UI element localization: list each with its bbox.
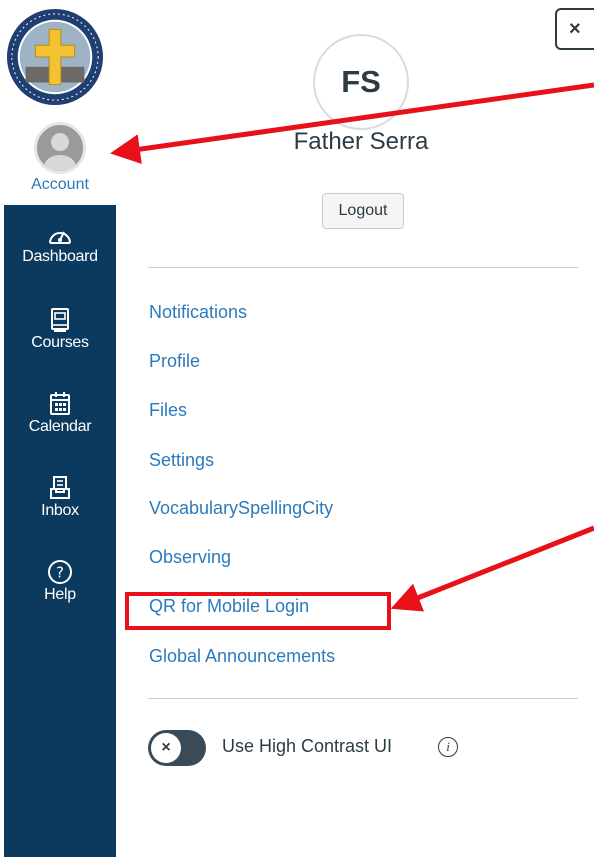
link-notifications[interactable]: Notifications [149,302,247,323]
help-icon: ? [48,560,72,584]
nav-item-label: Calendar [28,418,92,435]
divider [148,698,578,699]
account-label: Account [31,176,89,193]
link-observing[interactable]: Observing [149,547,231,568]
inbox-icon [50,476,70,499]
nav-item-inbox[interactable]: Inbox [4,475,116,520]
link-settings[interactable]: Settings [149,450,214,471]
courses-icon [51,308,69,332]
account-avatar-icon [34,122,86,174]
link-vocabularyspellingcity[interactable]: VocabularySpellingCity [149,498,333,519]
divider [148,267,578,268]
link-global-announcements[interactable]: Global Announcements [149,646,335,667]
nav-item-help[interactable]: ? Help [4,559,116,604]
link-files[interactable]: Files [149,400,187,421]
high-contrast-label: Use High Contrast UI [222,736,393,756]
nav-item-dashboard[interactable]: Dashboard [4,223,116,266]
user-name: Father Serra [293,128,429,155]
link-profile[interactable]: Profile [149,351,200,372]
high-contrast-toggle[interactable]: × [148,730,206,766]
nav-item-label: Dashboard [22,248,98,265]
user-avatar: FS [313,34,409,130]
nav-item-label: Inbox [41,502,79,519]
info-icon[interactable]: i [438,737,458,757]
global-nav: Dashboard Courses Calendar Inbox ? Help [4,205,116,857]
nav-account[interactable]: Account [4,122,116,194]
dashboard-icon [49,231,71,244]
close-tray-button[interactable]: × [555,8,594,50]
svg-text:?: ? [56,564,64,582]
annotation-arrow-qr-icon [390,525,594,612]
nav-item-label: Help [44,586,76,603]
nav-item-label: Courses [31,334,89,351]
avatar-initials: FS [341,64,381,99]
nav-item-courses[interactable]: Courses [4,307,116,352]
school-logo-icon[interactable] [6,8,104,106]
logout-button[interactable]: Logout [322,193,404,229]
close-icon: × [569,17,581,40]
nav-item-calendar[interactable]: Calendar [4,391,116,436]
annotation-highlight-box [125,592,391,630]
calendar-icon [50,392,70,415]
toggle-off-icon: × [151,733,181,763]
